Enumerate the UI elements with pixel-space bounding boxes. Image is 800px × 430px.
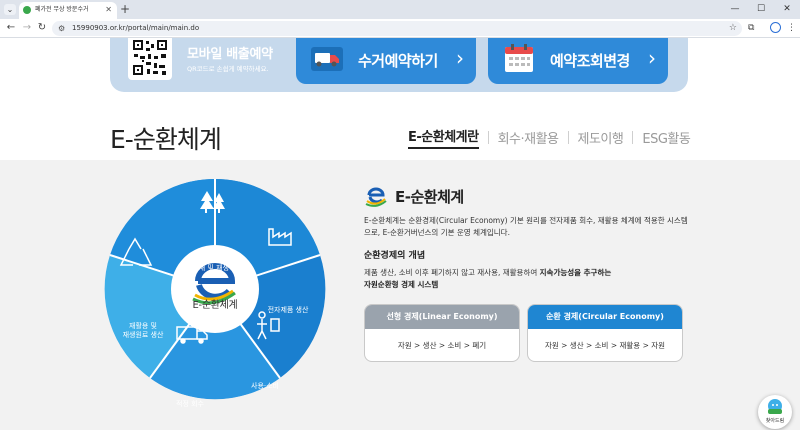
new-tab-icon[interactable]: +: [120, 1, 130, 18]
tab-divider: [487, 131, 489, 144]
segment-collection-label: 적정 회수: [176, 400, 204, 408]
tab-divider: [567, 131, 569, 144]
concept-title: 순환경제의 개념: [364, 251, 426, 261]
circulation-wheel-diagram: 원자재 및 재생 원료 전자제품 생산 사용·소비 적정 회수 재활용 및 재생…: [95, 169, 335, 409]
site-info-icon[interactable]: ⚙: [58, 23, 65, 34]
pickup-reservation-label: 수거예약하기: [358, 52, 438, 70]
maximize-icon[interactable]: ☐: [748, 0, 774, 19]
section-tabs: E-순환체계란 회수·재활용 제도이행 ESG활동: [408, 126, 691, 149]
address-bar[interactable]: ⚙ 15990903.or.kr/portal/main/main.do ☆: [52, 21, 742, 36]
browser-tab[interactable]: 폐가전 무상 방문수거 ✕: [19, 2, 117, 19]
wheel-center-label: E-순환체계: [192, 300, 238, 311]
linear-economy-title: 선형 경제(Linear Economy): [365, 305, 519, 329]
tab-e-circulation[interactable]: E-순환체계란: [408, 126, 479, 149]
linear-economy-card: 선형 경제(Linear Economy) 자원 > 생산 > 소비 > 폐기: [364, 304, 520, 362]
url-text: 15990903.or.kr/portal/main/main.do: [72, 24, 200, 32]
reload-icon[interactable]: ↻: [35, 21, 49, 35]
chevron-right-icon: ›: [456, 46, 464, 70]
extensions-icon[interactable]: ⧉: [748, 21, 754, 35]
truck-icon: [311, 47, 343, 71]
close-window-icon[interactable]: ✕: [774, 0, 800, 19]
quick-menu-bar: 모바일 배출예약 QR코드로 손쉽게 예약하세요. 수거예약하기 › 예약조회변…: [110, 38, 688, 92]
forward-icon[interactable]: →: [20, 21, 34, 35]
circular-economy-card: 순환 경제(Circular Economy) 자원 > 생산 > 소비 > 재…: [527, 304, 683, 362]
tab-system-implementation[interactable]: 제도이행: [578, 128, 624, 147]
browser-toolbar: ← → ↻ ⚙ 15990903.or.kr/portal/main/main.…: [0, 19, 800, 38]
bookmark-star-icon[interactable]: ☆: [729, 22, 737, 34]
tab-recovery-recycling[interactable]: 회수·재활용: [498, 128, 559, 147]
chevron-right-icon: ›: [648, 46, 656, 70]
circular-economy-flow: 자원 > 생산 > 소비 > 재활용 > 자원: [544, 341, 666, 350]
reservation-lookup-label: 예약조회변경: [550, 52, 630, 70]
tab-esg-activities[interactable]: ESG활동: [642, 128, 690, 147]
info-description: E-순환체계는 순환경제(Circular Economy) 기본 원리를 전자…: [364, 216, 688, 237]
pickup-reservation-button[interactable]: 수거예약하기 ›: [296, 38, 476, 84]
window-controls: — ☐ ✕: [722, 0, 800, 19]
linear-economy-flow: 자원 > 생산 > 소비 > 폐기: [397, 341, 487, 350]
browser-menu-icon[interactable]: ⋮: [787, 21, 796, 35]
tab-divider: [632, 131, 634, 144]
info-title: E-순환체계: [395, 188, 464, 206]
page-content: 모바일 배출예약 QR코드로 손쉽게 예약하세요. 수거예약하기 › 예약조회변…: [0, 38, 800, 430]
mascot-icon: [768, 399, 782, 414]
minimize-icon[interactable]: —: [722, 0, 748, 19]
calendar-icon: [505, 44, 533, 72]
back-icon[interactable]: ←: [4, 21, 18, 35]
floating-help-button[interactable]: 찾아드림: [758, 395, 792, 429]
tab-search-icon[interactable]: ⌄: [4, 4, 16, 15]
profile-avatar[interactable]: [770, 22, 781, 33]
segment-raw-materials-label: 원자재 및 재생 원료: [185, 264, 245, 272]
e-circulation-logo-icon: [365, 187, 387, 207]
segment-consumption-label: 사용·소비: [251, 382, 279, 390]
concept-description: 제품 생산, 소비 이후 폐기하지 않고 재사용, 재활용하여 지속가능성을 추…: [364, 268, 612, 289]
mobile-reservation-title: 모바일 배출예약: [187, 47, 273, 62]
qr-code: [128, 38, 172, 80]
segment-recycling-label: 재활용 및 재생원료 생산: [122, 322, 164, 339]
circular-economy-title: 순환 경제(Circular Economy): [528, 305, 682, 329]
browser-tab-bar: ⌄ 폐가전 무상 방문수거 ✕ + — ☐ ✕: [0, 0, 800, 19]
tab-close-icon[interactable]: ✕: [105, 4, 112, 16]
page-title: E-순환체계: [110, 125, 222, 154]
reservation-lookup-button[interactable]: 예약조회변경 ›: [488, 38, 668, 84]
floating-help-label: 찾아드림: [765, 418, 785, 424]
tab-title: 폐가전 무상 방문수거: [35, 6, 89, 13]
site-favicon-icon: [23, 6, 31, 14]
mobile-reservation-subtitle: QR코드로 손쉽게 예약하세요.: [187, 65, 269, 73]
